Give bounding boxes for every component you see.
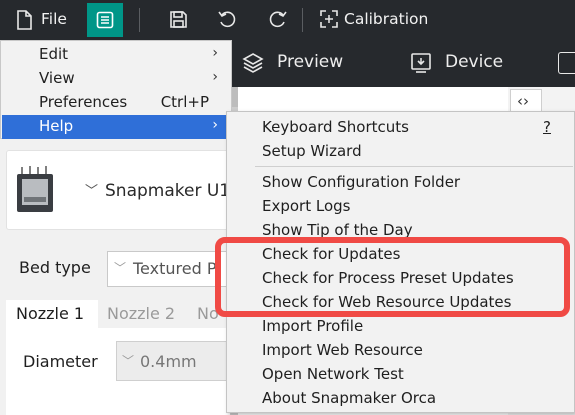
keyboard-shortcuts-key: ? (543, 118, 551, 136)
chevron-right-icon: › (212, 117, 218, 133)
annotation-highlight-box (215, 237, 570, 317)
printer-thumbnail-icon (17, 166, 53, 212)
nozzle-tabs: Nozzle 1 Nozzle 2 No (6, 300, 230, 328)
bed-type-label: Bed type (19, 258, 91, 277)
tab-nozzle-2-label: Nozzle 2 (107, 304, 176, 323)
bed-type-select[interactable]: ﹀ Textured P (107, 251, 232, 287)
file-menu-button[interactable]: File (10, 8, 72, 32)
tab-preview-label: Preview (277, 52, 344, 72)
toolbar-divider (302, 8, 303, 32)
help-item-open-network-test[interactable]: Open Network Test (262, 365, 404, 383)
tab-nozzle-1[interactable]: Nozzle 1 (6, 300, 98, 328)
tab-nozzle-1-label: Nozzle 1 (16, 304, 85, 323)
help-item-import-profile[interactable]: Import Profile (262, 317, 363, 335)
help-item-show-config-folder[interactable]: Show Configuration Folder (262, 173, 460, 191)
calibration-button[interactable]: Calibration (318, 8, 438, 32)
chevron-down-icon: ﹀ (114, 261, 127, 275)
menu-item-help[interactable]: Help › (2, 115, 230, 139)
tab-preview[interactable]: Preview (240, 50, 360, 78)
menu-item-preferences[interactable]: Preferences Ctrl+P (2, 91, 230, 115)
device-icon (411, 53, 431, 73)
main-menu-button[interactable] (87, 3, 123, 37)
chevron-right-icon: › (212, 69, 218, 85)
preferences-shortcut: Ctrl+P (160, 93, 209, 111)
menu-item-help-label: Help (39, 117, 74, 135)
menu-separator (255, 166, 573, 167)
file-menu-label: File (41, 10, 67, 28)
help-item-setup-wizard[interactable]: Setup Wizard (262, 142, 362, 160)
tab-nozzle-2[interactable]: Nozzle 2 (99, 300, 187, 328)
help-item-export-logs[interactable]: Export Logs (262, 197, 350, 215)
diameter-select[interactable]: ﹀ 0.4mm (116, 341, 232, 381)
menu-item-edit-label: Edit (39, 45, 69, 63)
file-icon (17, 10, 32, 30)
diameter-label: Diameter (23, 352, 98, 371)
printer-card[interactable]: ﹀ Snapmaker U1 (6, 150, 232, 230)
tab-device-label: Device (445, 52, 504, 72)
undo-icon[interactable] (217, 9, 237, 29)
save-icon[interactable] (169, 10, 188, 29)
tab-partial-icon[interactable] (558, 52, 575, 74)
help-item-keyboard-shortcuts[interactable]: Keyboard Shortcuts (262, 118, 409, 136)
toolbar-divider (139, 8, 140, 32)
chevron-down-icon: ﹀ (122, 354, 135, 368)
menu-item-view-label: View (39, 69, 75, 87)
printer-select-chevron: ﹀ (85, 184, 99, 199)
layers-icon (242, 53, 264, 73)
calibration-icon (320, 10, 338, 28)
main-dropdown-menu: Edit › View › Preferences Ctrl+P Help › (0, 40, 232, 139)
bed-type-value: Textured P (133, 259, 217, 278)
calibration-label: Calibration (344, 10, 429, 28)
menu-icon (96, 11, 114, 29)
redo-icon[interactable] (268, 9, 288, 29)
help-item-about[interactable]: About Snapmaker Orca (262, 389, 436, 407)
collapse-arrows-icon: ‹› (517, 92, 529, 110)
tab-device[interactable]: Device (408, 50, 508, 78)
printer-name: Snapmaker U1 (105, 181, 231, 201)
menu-item-edit[interactable]: Edit › (2, 43, 230, 67)
diameter-value: 0.4mm (140, 352, 197, 371)
menu-item-preferences-label: Preferences (39, 93, 128, 111)
chevron-right-icon: › (212, 45, 218, 61)
help-item-import-web-resource[interactable]: Import Web Resource (262, 341, 423, 359)
menu-item-view[interactable]: View › (2, 67, 230, 91)
